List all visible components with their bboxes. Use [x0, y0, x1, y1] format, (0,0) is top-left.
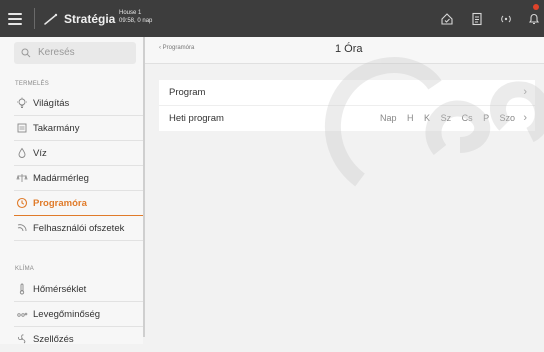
row-program[interactable]: Program ›	[159, 80, 535, 106]
row-label: Heti program	[169, 113, 224, 124]
scale-icon	[16, 174, 28, 182]
weekday: Nap	[380, 113, 397, 123]
section-title-termeles: TERMELÉS	[15, 81, 49, 87]
chevron-right-icon: ›	[523, 86, 527, 98]
air-quality-icon	[17, 312, 28, 317]
row-label: Program	[169, 87, 206, 98]
sidebar-item-label: Világítás	[33, 98, 70, 109]
app-title[interactable]: Stratégia	[64, 12, 115, 26]
sidebar-item-programora[interactable]: Programóra	[0, 191, 143, 216]
notification-badge	[533, 4, 539, 10]
thermometer-icon	[19, 283, 25, 295]
sidebar-item-label: Takarmány	[33, 123, 80, 134]
weekday-list: Nap H K Sz Cs P Szo	[372, 113, 515, 123]
sidebar-item-label: Programóra	[33, 198, 87, 209]
sidebar-item-label: Madármérleg	[33, 173, 89, 184]
chevron-right-icon: ›	[523, 112, 527, 124]
sidebar-item-label: Víz	[33, 148, 47, 159]
sidebar-item-szellozes[interactable]: Szellőzés	[0, 327, 143, 352]
sidebar-scrollbar[interactable]	[143, 37, 145, 337]
document-icon[interactable]	[469, 11, 485, 27]
weekday: P	[483, 113, 489, 123]
house-name: House 1	[119, 10, 142, 16]
sidebar-item-vilagitas[interactable]: Világítás	[0, 91, 143, 116]
sidebar-item-madarmerleg[interactable]: Madármérleg	[0, 166, 143, 191]
weekday: K	[424, 113, 431, 123]
weekday: Sz	[440, 113, 452, 123]
sidebar-item-takarmany[interactable]: Takarmány	[0, 116, 143, 141]
home-check-icon[interactable]	[439, 11, 455, 27]
sidebar-item-viz[interactable]: Víz	[0, 141, 143, 166]
notification-bell-icon[interactable]	[526, 11, 542, 27]
search-icon	[21, 48, 31, 58]
back-link[interactable]: ‹ Programóra	[159, 45, 194, 51]
hamburger-menu-icon[interactable]	[8, 10, 22, 26]
page-title: 1 Óra	[335, 43, 363, 55]
clock-icon	[16, 197, 28, 209]
sidebar-item-label: Levegőminőség	[33, 309, 101, 320]
sidebar-item-label: Szellőzés	[33, 334, 74, 345]
offset-icon	[17, 224, 27, 232]
search-input[interactable]: Keresés	[38, 47, 75, 58]
feed-icon	[17, 123, 27, 133]
house-time: 09:58, 0 nap	[119, 18, 153, 24]
strategy-icon	[44, 13, 58, 25]
section-title-klima: KLÍMA	[15, 266, 35, 272]
top-bar: Stratégia House 1 09:58, 0 nap	[0, 0, 544, 37]
sidebar-item-label: Hőmérséklet	[33, 284, 87, 295]
signal-icon[interactable]	[498, 11, 514, 27]
sidebar-item-label: Felhasználói ofszetek	[33, 223, 125, 234]
weekday: Cs	[461, 113, 473, 123]
main-header: ‹ Programóra 1 Óra	[145, 37, 544, 64]
house-info[interactable]: House 1 09:58, 0 nap	[119, 9, 152, 25]
settings-panel: Program › Heti program Nap H K Sz Cs P S…	[159, 80, 535, 131]
divider	[14, 240, 143, 241]
row-heti-program[interactable]: Heti program Nap H K Sz Cs P Szo ›	[159, 106, 535, 131]
water-drop-icon	[18, 147, 26, 158]
weekday: Szo	[499, 113, 515, 123]
light-bulb-icon	[17, 97, 27, 108]
weekday: H	[407, 113, 414, 123]
sidebar: Keresés TERMELÉS Világítás Takarmány Víz…	[0, 37, 143, 345]
search-box[interactable]: Keresés	[14, 42, 136, 64]
ventilation-icon	[17, 334, 26, 344]
sidebar-item-homerseklet[interactable]: Hőmérséklet	[0, 277, 143, 302]
sidebar-item-felhasznaloi-ofszetek[interactable]: Felhasználói ofszetek	[0, 216, 143, 241]
topbar-divider	[34, 8, 35, 29]
sidebar-item-levegominoseg[interactable]: Levegőminőség	[0, 302, 143, 327]
